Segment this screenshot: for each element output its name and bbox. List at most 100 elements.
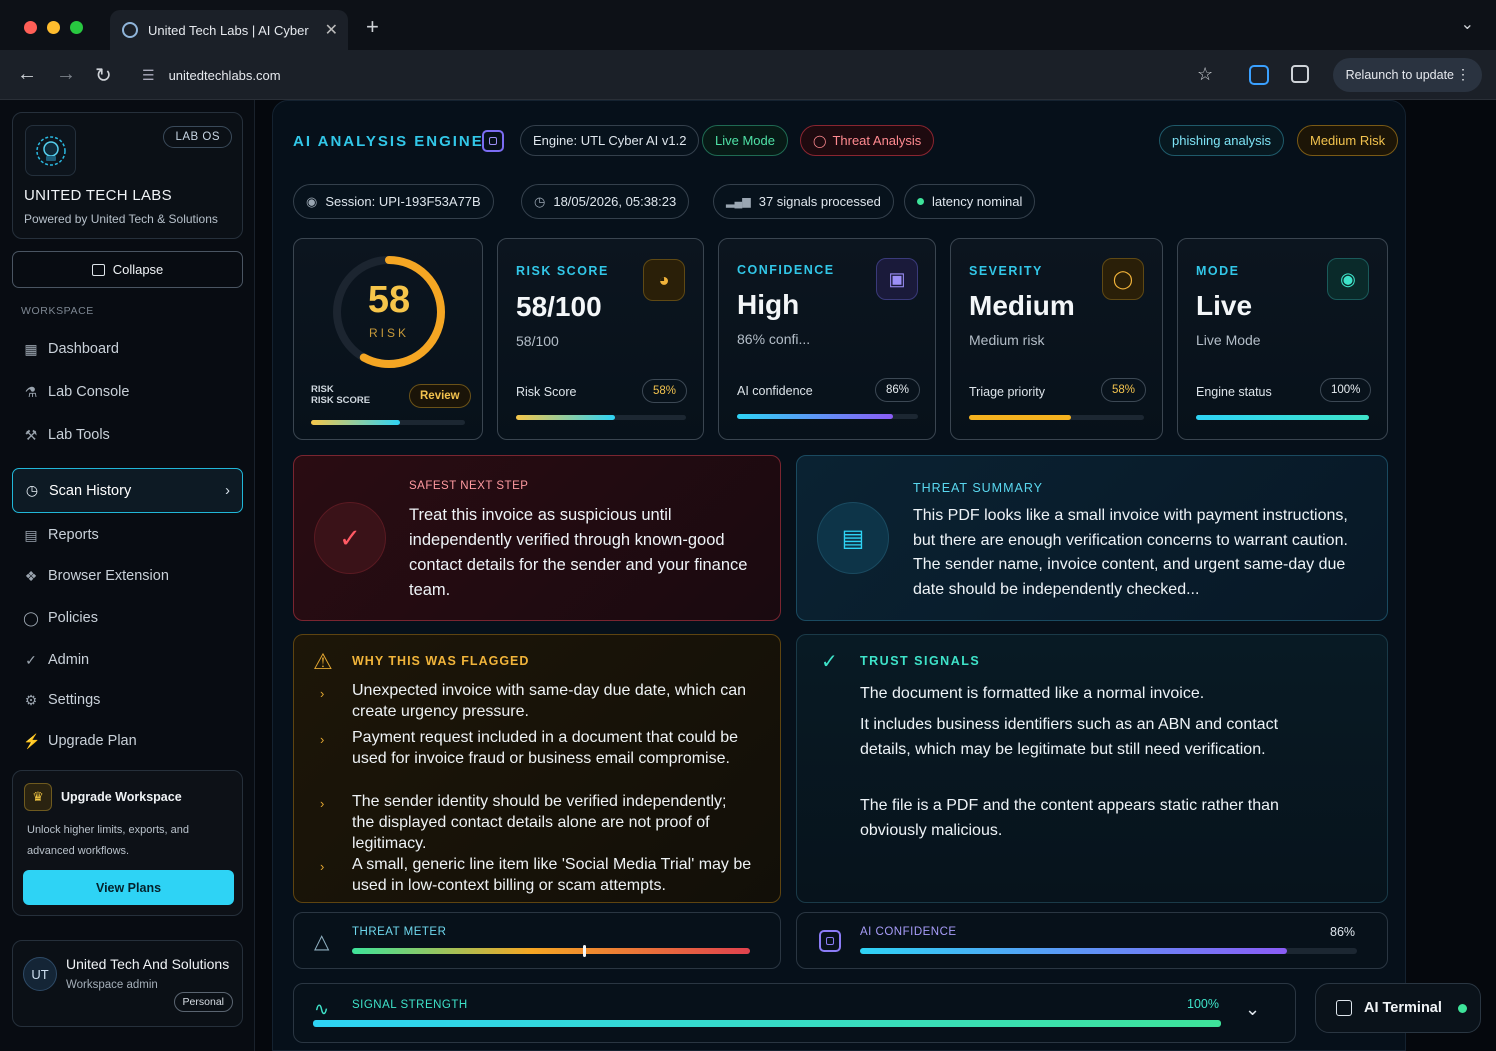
ai-confidence-value: 86% (1330, 925, 1356, 939)
extension-icon[interactable] (1249, 65, 1269, 85)
cpu-icon (482, 130, 504, 152)
metric-label: CONFIDENCE (737, 263, 835, 277)
signals-pill: ▂▄▆ 37 signals processed (713, 184, 894, 219)
browser-toolbar: ← → ↻ ☰ unitedtechlabs.com ☆ Relaunch to… (0, 50, 1496, 100)
metric-sub: Medium risk (969, 332, 1045, 348)
sidebar-item-upgrade-plan[interactable]: ⚡ Upgrade Plan (12, 721, 243, 761)
metric-percent: 58% (1101, 378, 1147, 402)
new-tab-button[interactable]: + (366, 14, 379, 40)
browser-tab-bar: United Tech Labs | AI Cyber ✕ + ⌄ (0, 0, 1496, 52)
bookmark-star-icon[interactable]: ☆ (1197, 64, 1213, 85)
flagged-item: The sender identity should be verified i… (352, 793, 727, 852)
ai-terminal-label: AI Terminal (1364, 1000, 1442, 1016)
site-settings-icon[interactable]: ☰ (142, 67, 155, 84)
sidebar-item-policies[interactable]: ◯ Policies (12, 598, 243, 638)
flagged-label: WHY THIS WAS FLAGGED (352, 654, 530, 668)
sidebar-item-lab-tools[interactable]: ⚒ Lab Tools (12, 415, 243, 455)
alert-triangle-icon: △ (314, 931, 330, 953)
address-bar[interactable]: ☰ unitedtechlabs.com (138, 58, 1228, 92)
sidebar-item-label: Admin (48, 652, 90, 668)
shield-favicon-icon (122, 22, 138, 38)
trust-item: It includes business identifiers such as… (860, 716, 1279, 758)
sidebar-item-browser-extension[interactable]: ❖ Browser Extension (12, 556, 243, 596)
metric-row-label: AI confidence (737, 384, 813, 398)
sidebar-item-label: Settings (48, 692, 101, 708)
wrench-icon: ⚒ (24, 426, 38, 443)
gauge-value: 58 (367, 279, 411, 321)
brain-logo-icon (35, 135, 66, 166)
sidebar-item-reports[interactable]: ▤ Reports (12, 515, 243, 555)
metric-track (516, 415, 686, 420)
metric-row-label: Triage priority (969, 385, 1045, 399)
sidebar-item-label: Reports (48, 527, 99, 543)
back-arrow-icon[interactable]: ← (17, 63, 37, 86)
metric-value: Medium (969, 290, 1075, 321)
grid-icon: ▦ (24, 340, 38, 357)
category-tag: phishing analysis (1159, 125, 1285, 156)
document-icon: ▤ (24, 526, 38, 543)
live-mode-pill[interactable]: Live Mode (702, 125, 788, 156)
minimize-window-button[interactable] (47, 21, 60, 34)
maximize-window-button[interactable] (70, 21, 83, 34)
sidebar-item-dashboard[interactable]: ▦ Dashboard (12, 329, 243, 369)
threat-analysis-pill[interactable]: ◯ Threat Analysis (800, 125, 935, 156)
ai-confidence-track (860, 948, 1357, 954)
browser-tab[interactable]: United Tech Labs | AI Cyber ✕ (110, 10, 348, 50)
gauge-caption-line2: RISK SCORE (311, 395, 371, 406)
user-card[interactable]: UT United Tech And Solutions Workspace a… (12, 940, 243, 1027)
brand-subtitle: Powered by United Tech & Solutions (24, 212, 218, 226)
tab-close-icon[interactable]: ✕ (325, 20, 338, 40)
main-panel: AI ANALYSIS ENGINE Engine: UTL Cyber AI … (272, 100, 1406, 1051)
close-window-button[interactable] (24, 21, 37, 34)
engine-pill: Engine: UTL Cyber AI v1.2 (520, 125, 700, 156)
more-menu-icon[interactable]: ⋮ (1456, 66, 1470, 83)
summary-text: This PDF looks like a small invoice with… (913, 507, 1348, 598)
avatar: UT (23, 957, 57, 991)
shield-icon: ◯ (23, 609, 39, 626)
threat-summary-panel: ▤ THREAT SUMMARY This PDF looks like a s… (796, 455, 1388, 621)
brand-name: UNITED TECH LABS (24, 187, 172, 204)
flagged-item: A small, generic line item like 'Social … (352, 856, 752, 894)
metric-card-severity: SEVERITY ◯ Medium Medium risk Triage pri… (950, 238, 1163, 440)
reload-icon[interactable]: ↻ (95, 63, 112, 88)
status-dot (1457, 1003, 1467, 1013)
fingerprint-icon: ◉ (1327, 258, 1369, 300)
trust-item: The file is a PDF and the content appear… (860, 797, 1279, 839)
sidebar-item-lab-console[interactable]: ⚗ Lab Console (12, 372, 243, 412)
why-flagged-panel: ⚠ WHY THIS WAS FLAGGED › Unexpected invo… (293, 634, 781, 903)
trust-signals-panel: ✓ TRUST SIGNALS The document is formatte… (796, 634, 1388, 903)
latency-pill: latency nominal (904, 184, 1036, 219)
ai-terminal-button[interactable]: AI Terminal (1315, 983, 1481, 1033)
sidebar-item-scan-history[interactable]: ◷ Scan History › (12, 468, 243, 513)
history-icon: ◷ (25, 482, 39, 498)
extensions-puzzle-icon[interactable] (1291, 65, 1309, 83)
signal-strength-track (313, 1020, 1221, 1027)
sidebar-item-settings[interactable]: ⚙ Settings (12, 680, 243, 720)
bolt-icon: ⚡ (23, 732, 41, 749)
shield-alert-icon: ◯ (1102, 258, 1144, 300)
view-plans-button[interactable]: View Plans (23, 870, 234, 905)
latency-text: latency nominal (932, 194, 1023, 209)
sidebar-item-admin[interactable]: ✓ Admin (12, 640, 243, 680)
metric-fill (969, 415, 1071, 420)
url-text: unitedtechlabs.com (168, 67, 281, 83)
metric-percent: 100% (1320, 378, 1372, 402)
signal-bars-icon: ▂▄▆ (726, 196, 751, 208)
timestamp-pill: ◷ 18/05/2026, 05:38:23 (521, 184, 690, 219)
relaunch-button[interactable]: Relaunch to update ⋮ (1332, 58, 1482, 92)
upgrade-description: Unlock higher limits, exports, and advan… (27, 824, 190, 857)
session-text: Session: UPI-193F53A77B (325, 194, 481, 209)
forward-arrow-icon[interactable]: → (56, 63, 76, 86)
tab-list-chevron-icon[interactable]: ⌄ (1461, 14, 1474, 34)
user-role: Workspace admin (66, 979, 158, 991)
metric-percent: 58% (642, 379, 688, 403)
chevron-down-icon[interactable]: ⌄ (1245, 999, 1260, 1020)
pulse-icon: ∿ (314, 999, 330, 1019)
metric-fill (1196, 415, 1369, 420)
metric-card-risk-score: RISK SCORE ◕ 58/100 58/100 Risk Score 58… (497, 238, 704, 440)
warning-icon: ⚠ (313, 649, 333, 674)
gauge-caption: RISK RISK SCORE (311, 384, 370, 406)
metric-value: 58/100 (516, 291, 602, 322)
collapse-button[interactable]: Collapse (12, 251, 243, 288)
gauge-track (311, 420, 465, 425)
